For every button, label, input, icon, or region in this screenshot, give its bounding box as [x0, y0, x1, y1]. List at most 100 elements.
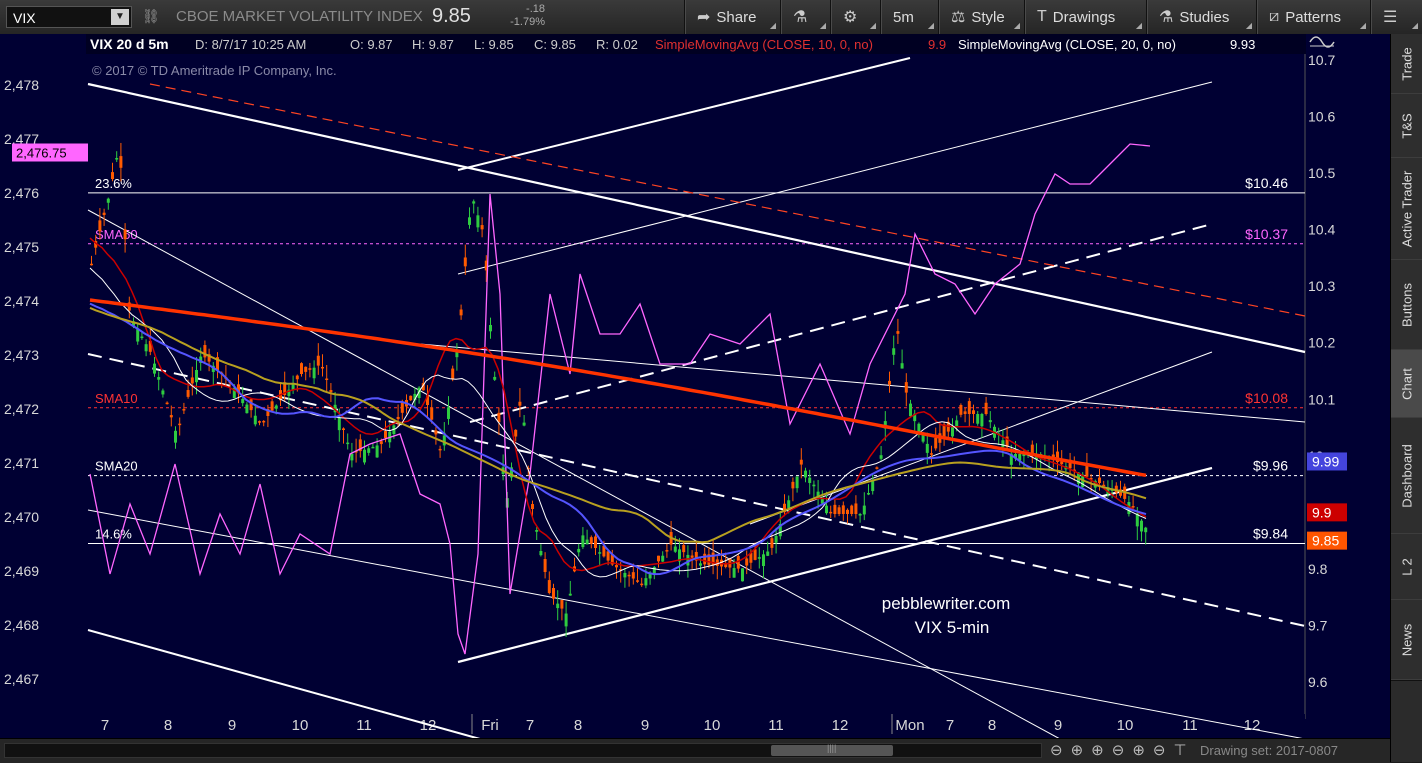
- candle: [963, 411, 967, 414]
- candle: [308, 368, 312, 370]
- candle: [476, 215, 480, 228]
- candle: [543, 559, 547, 572]
- change-percent: -1.79%: [510, 16, 545, 28]
- flask-icon: ⚗: [793, 9, 808, 26]
- style-button[interactable]: ⚖ Style ◢: [938, 0, 1024, 34]
- last-price: 9.85: [432, 5, 471, 27]
- flask-button[interactable]: ⚗ ◢: [780, 0, 830, 34]
- candle: [304, 366, 308, 372]
- vix-chart[interactable]: VIX 20 d 5m D: 8/7/17 10:25 AM O: 9.87 H: 9…: [0, 34, 1390, 740]
- candle: [657, 555, 660, 562]
- left-axis-tick: 2,472: [4, 401, 39, 417]
- tab-label: Dashboard: [1399, 444, 1415, 508]
- x-axis-tick: 11: [768, 717, 784, 734]
- candle: [762, 554, 765, 567]
- candle: [644, 578, 648, 586]
- tab-label: Buttons: [1399, 282, 1415, 328]
- menu-icon: ☰: [1383, 9, 1398, 26]
- candle: [732, 568, 736, 578]
- candle: [442, 435, 446, 446]
- header-field: R: 0.02: [596, 37, 638, 52]
- tab-news[interactable]: News: [1391, 600, 1422, 681]
- candle: [119, 156, 123, 168]
- left-axis-tick: 2,476: [4, 185, 39, 201]
- header-field: C: 9.85: [534, 37, 576, 52]
- symbol-description: CBOE MARKET VOLATILITY INDEX: [176, 8, 423, 25]
- candle: [409, 395, 413, 401]
- right-axis-tick: 10.2: [1308, 335, 1335, 351]
- share-button[interactable]: ➦ Share ◢: [684, 0, 780, 34]
- candle: [241, 398, 245, 404]
- candle: [258, 421, 261, 423]
- candle: [329, 390, 333, 393]
- drawing-tool-icon[interactable]: ⊤: [1173, 741, 1186, 759]
- tab-l-2[interactable]: L 2: [1391, 534, 1422, 601]
- candle: [699, 563, 702, 566]
- candle: [589, 537, 593, 544]
- zoom-fit-icon[interactable]: ⊕: [1132, 741, 1145, 759]
- tab-t-s[interactable]: T&S: [1391, 94, 1422, 159]
- candle: [741, 568, 744, 582]
- scroll-thumb[interactable]: ||||: [771, 743, 893, 756]
- candle: [161, 390, 165, 395]
- bottom-bar: |||| ⊖ ⊕ ⊕ ⊖ ⊕ ⊖ ⊤ Drawing set: 2017-0807: [0, 738, 1390, 763]
- corner-caret-icon: ◢: [1245, 21, 1252, 30]
- zoom-out-icon[interactable]: ⊖: [1112, 741, 1125, 759]
- symbol-selector[interactable]: VIX ▼: [6, 6, 132, 28]
- tab-dashboard[interactable]: Dashboard: [1391, 418, 1422, 535]
- chevron-down-icon[interactable]: ▼: [111, 9, 129, 25]
- copyright-text: © 2017 © TD Ameritrade IP Company, Inc.: [92, 63, 337, 78]
- candle: [106, 198, 110, 203]
- candle: [661, 555, 665, 562]
- 5m-button[interactable]: 5m ◢: [880, 0, 938, 34]
- price-change: -.18 -1.79%: [500, 3, 545, 29]
- candle: [879, 455, 883, 459]
- text-icon: T: [1037, 8, 1047, 25]
- symbol-text: VIX: [13, 10, 36, 26]
- price-badge-text: 9.85: [1312, 533, 1339, 549]
- tab-active-trader[interactable]: Active Trader: [1391, 158, 1422, 261]
- drawings-button[interactable]: T Drawings ◢: [1024, 0, 1146, 34]
- candle: [102, 212, 106, 215]
- tab-buttons[interactable]: Buttons: [1391, 260, 1422, 351]
- corner-caret-icon: ◢: [769, 21, 776, 30]
- left-axis-tick: 2,468: [4, 617, 39, 633]
- zoom-out-icon[interactable]: ⊖: [1050, 741, 1063, 759]
- x-axis-tick: 8: [164, 717, 172, 734]
- change-value: -.18: [526, 3, 545, 15]
- horizontal-scrollbar[interactable]: ||||: [4, 743, 1042, 758]
- search-minus-icon[interactable]: ⊖: [1153, 741, 1166, 759]
- candle: [615, 565, 618, 568]
- candle: [123, 229, 127, 240]
- candle: [535, 530, 539, 532]
- patterns-button[interactable]: ⧄ Patterns ◢: [1256, 0, 1370, 34]
- zoom-controls: ⊖ ⊕ ⊕ ⊖ ⊕ ⊖ ⊤: [1050, 741, 1187, 759]
- link-icon[interactable]: ⛓: [142, 8, 160, 25]
- menu-button[interactable]: ☰ ◢: [1370, 0, 1422, 34]
- x-axis-tick: 9: [641, 717, 649, 734]
- candle: [321, 366, 324, 369]
- tab-chart[interactable]: Chart: [1391, 350, 1422, 419]
- patterns-icon: ⧄: [1269, 8, 1280, 25]
- candle: [346, 442, 350, 445]
- candle: [988, 420, 992, 423]
- candle: [300, 363, 303, 374]
- candle: [867, 493, 870, 495]
- candle: [174, 430, 177, 443]
- candle: [480, 225, 484, 230]
- tab-trade[interactable]: Trade: [1391, 34, 1422, 95]
- left-axis-tick: 2,478: [4, 77, 39, 93]
- crosshair-icon[interactable]: ⊕: [1071, 741, 1084, 759]
- candle: [892, 348, 896, 355]
- zoom-in-icon[interactable]: ⊕: [1091, 741, 1104, 759]
- header-field: D: 8/7/17 10:25 AM: [195, 37, 306, 52]
- gear-button[interactable]: ⚙ ◢: [830, 0, 880, 34]
- left-axis-tick: 2,473: [4, 347, 39, 363]
- studies-button[interactable]: ⚗ Studies ◢: [1146, 0, 1256, 34]
- candle: [447, 407, 450, 419]
- tab-label: Trade: [1399, 47, 1415, 81]
- chart-area[interactable]: VIX 20 d 5m D: 8/7/17 10:25 AM O: 9.87 H: 9…: [0, 34, 1390, 740]
- candle: [984, 402, 988, 414]
- header-field: 9.93: [1230, 37, 1255, 52]
- candle: [862, 505, 866, 515]
